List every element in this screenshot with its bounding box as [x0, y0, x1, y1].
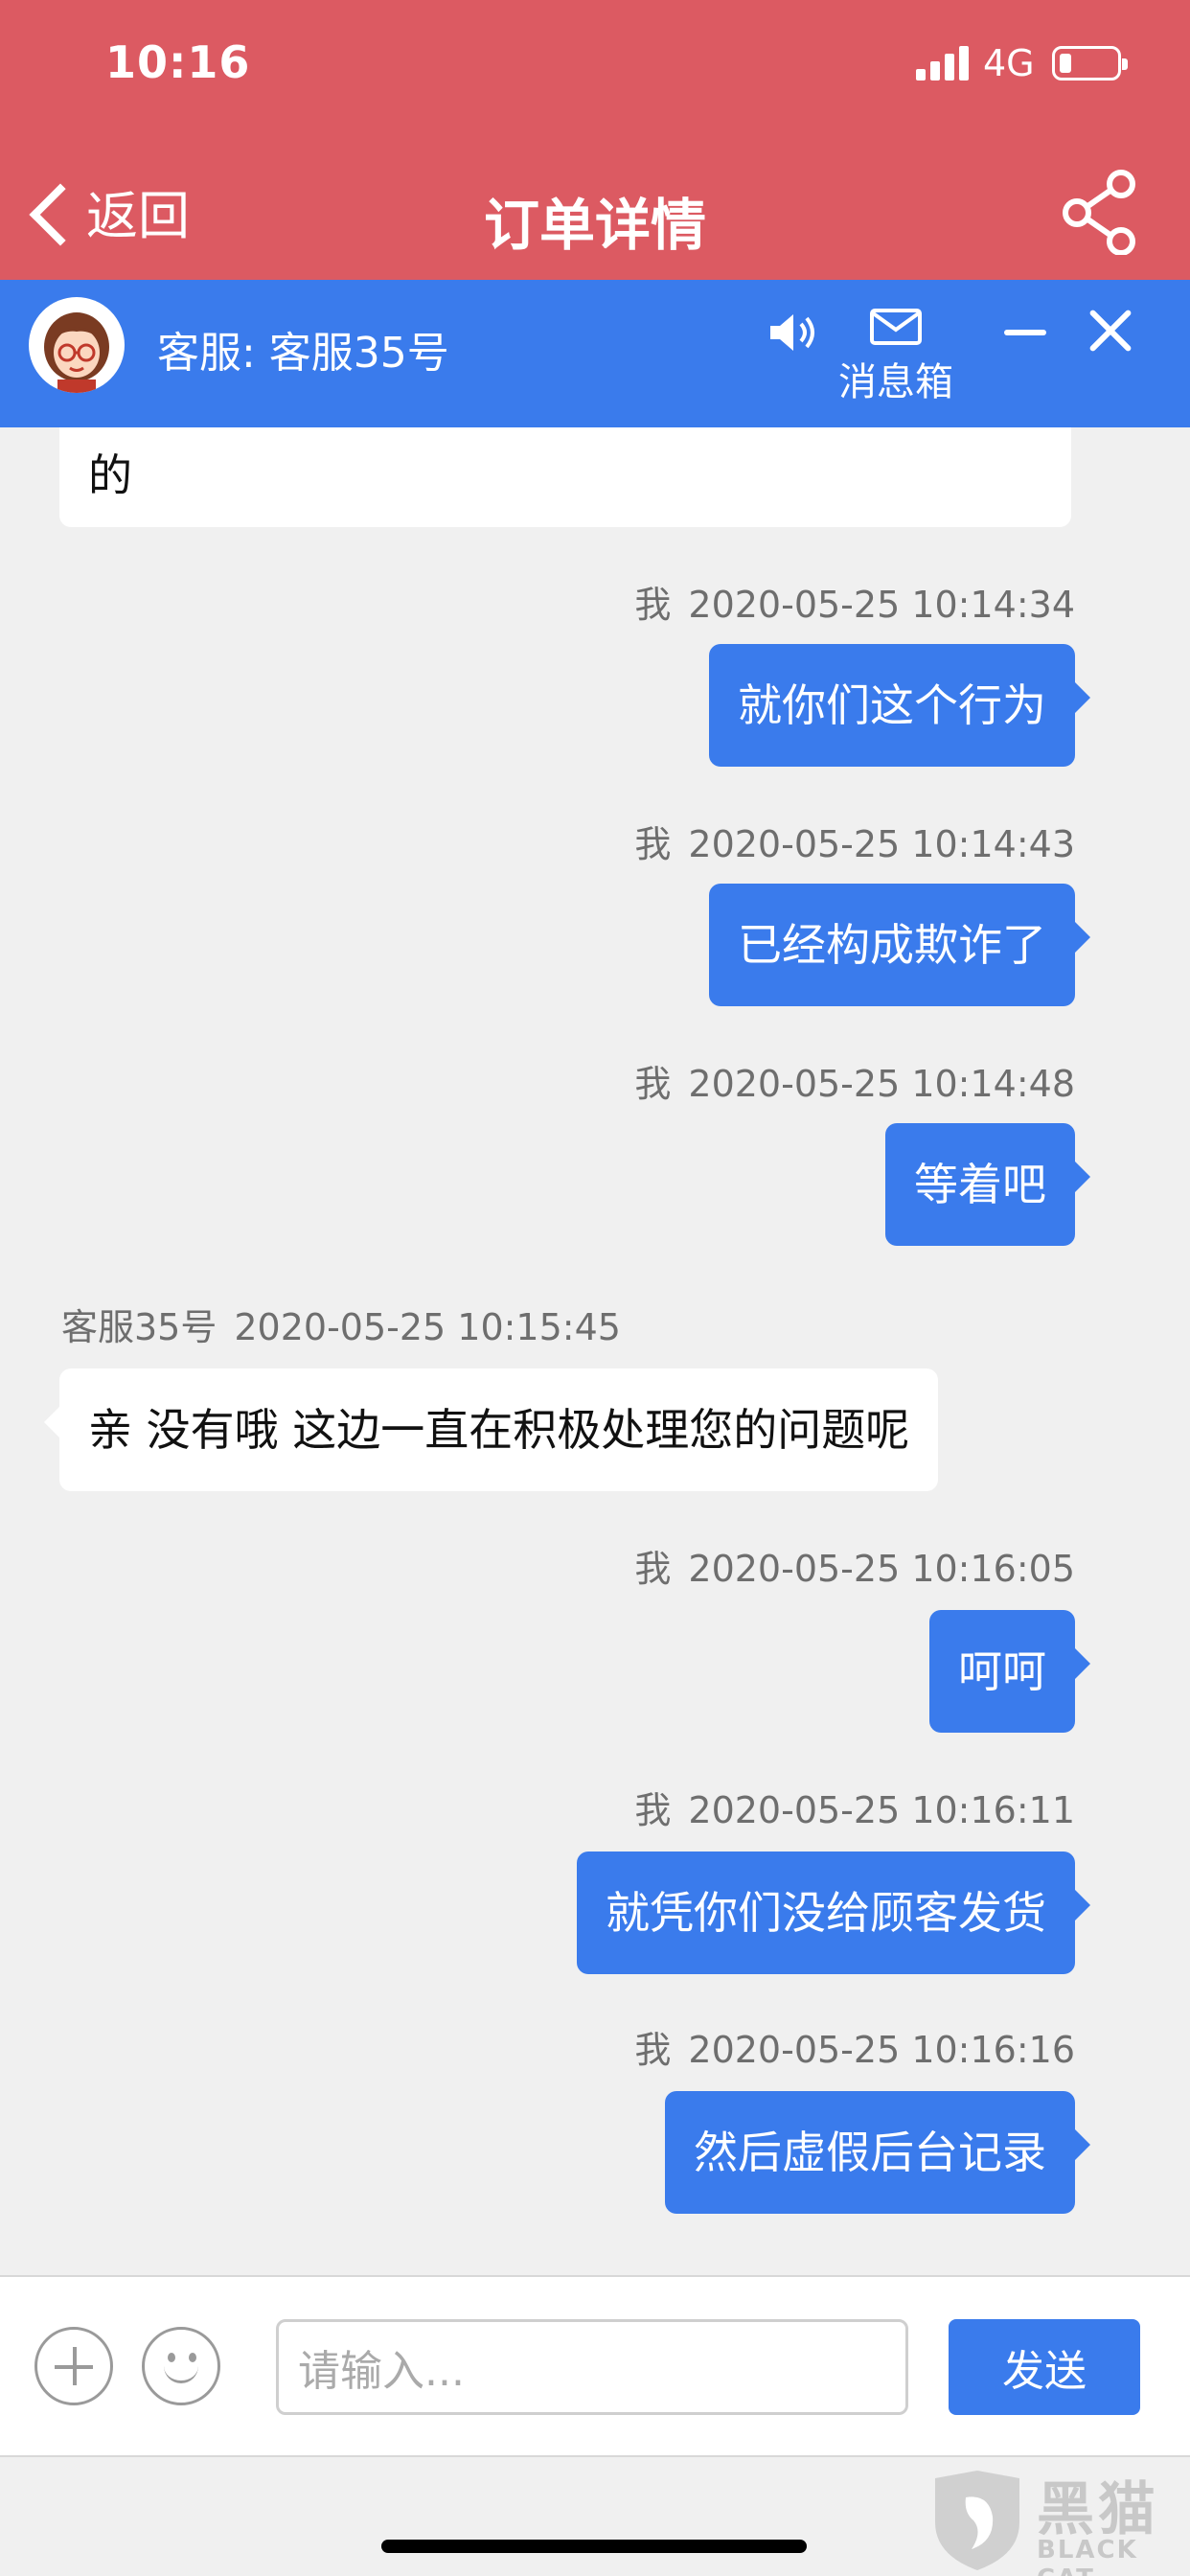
message-time: 2020-05-25 10:16:16 [688, 2029, 1075, 2071]
message-meta: 客服35号 2020-05-25 10:15:45 [61, 1298, 621, 1350]
black-cat-watermark: 黑猫 BLACK CAT [929, 2463, 1190, 2576]
speaker-icon[interactable] [767, 309, 818, 356]
status-bar: 10:16 4G [0, 0, 1190, 134]
message-input[interactable]: 请输入... [276, 2319, 908, 2415]
send-button[interactable]: 发送 [949, 2319, 1140, 2415]
message-bubble-outgoing: 然后虚假后台记录 [665, 2091, 1090, 2214]
message-sender: 我 [634, 584, 672, 626]
message-bubble-partial: 的 [59, 427, 1071, 527]
inbox-button[interactable]: 消息箱 [834, 309, 958, 406]
home-indicator[interactable] [381, 2540, 807, 2553]
message-bubble-outgoing: 就你们这个行为 [709, 644, 1090, 767]
message-meta: 我 2020-05-25 10:16:11 [634, 1781, 1075, 1833]
message-meta: 我 2020-05-25 10:16:16 [634, 2020, 1075, 2073]
message-sender: 我 [634, 1063, 672, 1105]
message-sender: 我 [634, 823, 672, 865]
agent-avatar [29, 297, 125, 393]
page-title: 订单详情 [483, 193, 706, 258]
cat-shield-icon [935, 2471, 1019, 2570]
message-bubble-outgoing: 就凭你们没给顾客发货 [577, 1852, 1090, 1974]
message-meta: 我 2020-05-25 10:14:48 [634, 1054, 1075, 1107]
message-bubble-outgoing: 呵呵 [929, 1610, 1090, 1733]
message-sender: 客服35号 [61, 1306, 217, 1348]
close-icon[interactable] [1088, 309, 1133, 353]
message-meta: 我 2020-05-25 10:14:34 [634, 575, 1075, 628]
mail-icon [870, 309, 922, 345]
message-bubble-outgoing: 等着吧 [885, 1123, 1090, 1246]
message-bubble-outgoing: 已经构成欺诈了 [709, 884, 1090, 1006]
agent-avatar-icon [44, 312, 109, 393]
watermark-name: 黑猫 [1037, 2476, 1159, 2543]
message-time: 2020-05-25 10:14:34 [688, 584, 1075, 626]
message-sender: 我 [634, 1548, 672, 1590]
network-type: 4G [983, 42, 1035, 84]
battery-icon [1052, 46, 1128, 80]
message-meta: 我 2020-05-25 10:14:43 [634, 815, 1075, 867]
agent-name: 客服: 客服35号 [157, 329, 449, 378]
signal-icon [916, 46, 970, 80]
message-meta: 我 2020-05-25 10:16:05 [634, 1539, 1075, 1592]
chat-header: 客服: 客服35号 消息箱 [0, 280, 1190, 427]
message-sender: 我 [634, 2029, 672, 2071]
minimize-icon[interactable] [1004, 330, 1046, 335]
message-time: 2020-05-25 10:16:05 [688, 1548, 1075, 1590]
message-bubble-incoming: 亲 没有哦 这边一直在积极处理您的问题呢 [43, 1368, 939, 1491]
share-icon[interactable] [1062, 169, 1138, 255]
message-time: 2020-05-25 10:16:11 [688, 1789, 1075, 1831]
message-list[interactable]: 的 我 2020-05-25 10:14:34 就你们这个行为 我 2020-05-… [0, 427, 1190, 2275]
watermark-sub: BLACK CAT [1037, 2536, 1138, 2576]
status-time: 10:16 [105, 36, 251, 88]
plus-icon[interactable] [34, 2327, 113, 2405]
composer-bar: 请输入... 发送 [0, 2275, 1190, 2457]
message-time: 2020-05-25 10:14:43 [688, 823, 1075, 865]
emoji-icon[interactable] [142, 2327, 220, 2405]
inbox-label: 消息箱 [838, 360, 953, 404]
message-sender: 我 [634, 1789, 672, 1831]
message-time: 2020-05-25 10:14:48 [688, 1063, 1075, 1105]
top-bar: 10:16 4G 返回 订单详情 [0, 0, 1190, 280]
message-time: 2020-05-25 10:15:45 [234, 1306, 621, 1348]
order-detail-screen: 10:16 4G 返回 订单详情 客服: 客服35号 消息箱 的 我 2020-… [0, 0, 1190, 2576]
navigation-bar: 返回 订单详情 [0, 153, 1190, 268]
